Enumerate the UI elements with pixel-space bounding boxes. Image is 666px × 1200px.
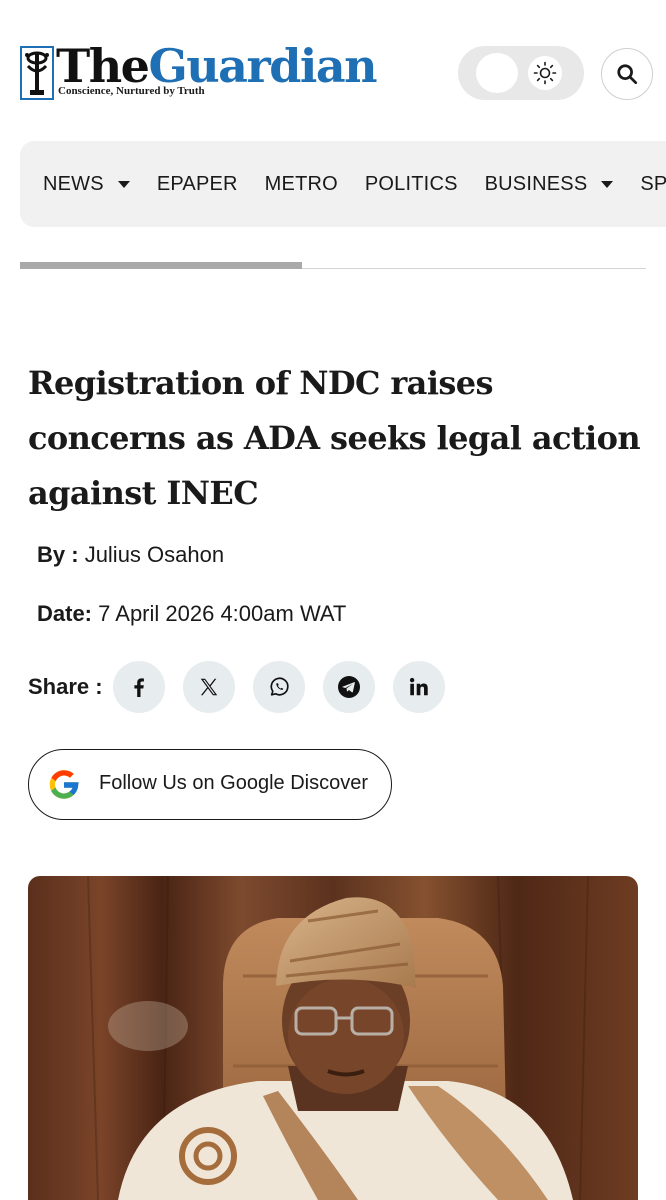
site-logo[interactable]: TheGuardian Conscience, Nurtured by Trut… xyxy=(20,39,378,104)
author-name[interactable]: Julius Osahon xyxy=(85,542,224,567)
site-header: TheGuardian Conscience, Nurtured by Trut… xyxy=(0,0,666,130)
search-button[interactable] xyxy=(601,48,653,100)
chevron-down-icon xyxy=(117,180,130,188)
share-facebook-button[interactable] xyxy=(112,661,165,713)
article-headline: Registration of NDC raises concerns as A… xyxy=(28,364,641,512)
share-telegram-button[interactable] xyxy=(322,661,375,713)
logo-tagline: Conscience, Nurtured by Truth xyxy=(58,85,205,97)
main-nav: NEWS EPAPER METRO POLITICS BUSINESS SPOR… xyxy=(20,141,666,227)
date-label: Date: xyxy=(37,601,93,626)
telegram-icon xyxy=(337,676,360,698)
article-date: Date: 7 April 2026 4:00am WAT xyxy=(37,601,346,627)
linkedin-icon xyxy=(409,677,428,696)
sun-icon[interactable] xyxy=(528,56,562,90)
google-logo-icon xyxy=(49,770,79,799)
nav-item-politics[interactable]: POLITICS xyxy=(365,173,458,196)
nav-item-metro[interactable]: METRO xyxy=(265,173,338,196)
theme-toggle[interactable] xyxy=(458,46,584,100)
whatsapp-icon xyxy=(270,677,289,696)
share-linkedin-button[interactable] xyxy=(392,661,445,713)
nav-item-epaper[interactable]: EPAPER xyxy=(157,173,238,196)
article-byline: By : Julius Osahon xyxy=(37,542,224,568)
nav-item-label: EPAPER xyxy=(156,172,238,195)
nav-item-label: NEWS xyxy=(43,172,104,195)
google-discover-label: Follow Us on Google Discover xyxy=(99,772,368,794)
date-value: 7 April 2026 4:00am WAT xyxy=(98,601,347,626)
share-whatsapp-button[interactable] xyxy=(252,661,305,713)
share-row: Share : xyxy=(28,660,463,714)
nav-item-label: BUSINESS xyxy=(484,172,588,195)
nav-item-label: METRO xyxy=(264,172,338,195)
article-hero-image[interactable] xyxy=(28,876,638,1200)
nav-item-label: SPORT xyxy=(640,172,666,195)
share-label: Share : xyxy=(28,674,103,699)
byline-label: By : xyxy=(37,542,79,567)
portrait-photo xyxy=(28,876,638,1200)
facebook-icon xyxy=(133,678,144,697)
reading-progress-bar xyxy=(20,262,302,269)
x-twitter-icon xyxy=(200,678,217,696)
nav-item-business[interactable]: BUSINESS xyxy=(485,173,614,196)
nav-item-news[interactable]: NEWS xyxy=(43,173,130,196)
google-discover-button[interactable]: Follow Us on Google Discover xyxy=(28,749,392,820)
guardian-emblem-icon xyxy=(20,46,54,100)
theme-toggle-knob xyxy=(476,53,518,93)
nav-item-sport[interactable]: SPORT xyxy=(640,173,666,196)
nav-item-label: POLITICS xyxy=(364,172,458,195)
chevron-down-icon xyxy=(601,180,614,188)
share-x-button[interactable] xyxy=(182,661,235,713)
search-icon xyxy=(617,64,638,85)
